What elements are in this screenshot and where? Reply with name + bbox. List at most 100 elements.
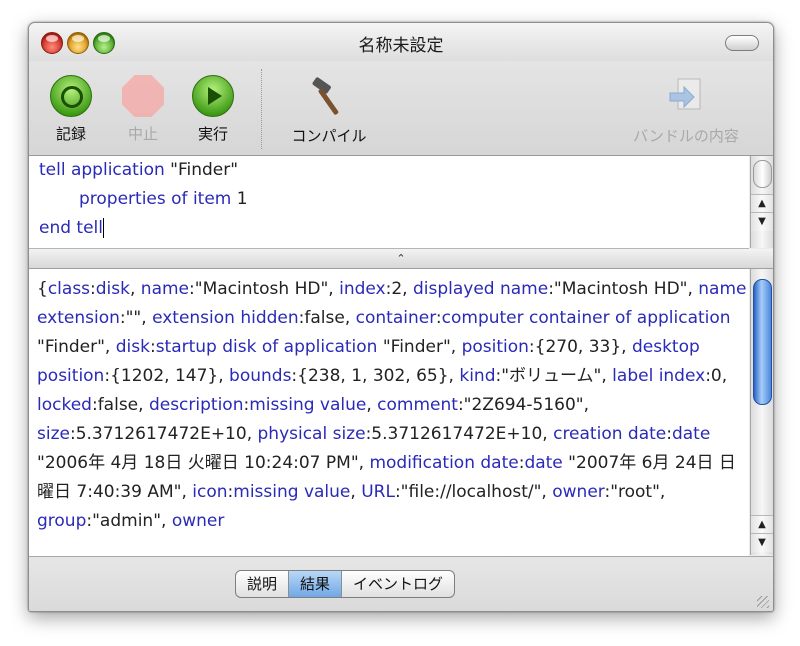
toolbar-toggle-button[interactable]	[725, 35, 759, 51]
result-keyword: position	[461, 337, 529, 357]
result-scroll-thumb[interactable]	[753, 279, 772, 405]
resize-grip-icon[interactable]	[757, 596, 769, 608]
result-pane[interactable]: {class:disk, name:"Macintosh HD", index:…	[29, 269, 749, 561]
result-value: :"admin",	[86, 511, 172, 531]
result-keyword: bounds	[229, 366, 292, 386]
stop-label: 中止	[127, 125, 158, 143]
tab-イベントログ[interactable]: イベントログ	[342, 571, 454, 597]
result-value: "Finder",	[37, 337, 116, 357]
result-keyword: extension hidden	[152, 308, 299, 328]
result-keyword: computer container of application	[441, 308, 731, 328]
record-label: 記録	[55, 125, 86, 143]
result-keyword: date	[524, 453, 563, 473]
result-keyword: container	[355, 308, 436, 328]
result-keyword: startup disk of application	[155, 337, 378, 357]
result-value: ,	[366, 395, 378, 415]
result-value: ,	[129, 279, 141, 299]
splitter-handle-icon: ⌃	[396, 252, 406, 265]
result-scrollbar[interactable]: ▲ ▼	[750, 269, 773, 555]
result-keyword: kind	[459, 366, 496, 386]
tab-結果[interactable]: 結果	[289, 571, 343, 597]
result-keyword: creation date	[553, 424, 667, 444]
result-value: :{238, 1, 302, 65},	[291, 366, 460, 386]
result-keyword: group	[37, 511, 87, 531]
title-bar: 名称未設定	[29, 23, 773, 61]
bundle-contents-icon	[669, 78, 701, 110]
result-keyword: index	[339, 279, 386, 299]
result-value: :{270, 33},	[528, 337, 632, 357]
hammer-icon	[312, 77, 339, 115]
result-value: :5.3712617472E+10,	[69, 424, 258, 444]
result-keyword: date	[671, 424, 711, 444]
result-value: :"2Z694-5160",	[457, 395, 590, 415]
result-keyword: description	[148, 395, 244, 415]
editor-scroll-thumb[interactable]	[753, 160, 772, 188]
run-button[interactable]: 実行	[189, 75, 237, 144]
result-keyword: owner	[171, 511, 225, 531]
scroll-up-arrow-icon[interactable]: ▲	[751, 194, 773, 213]
text-caret	[103, 218, 104, 238]
result-keyword: class	[47, 279, 91, 299]
compile-button[interactable]: コンパイル	[279, 75, 379, 146]
pane-splitter[interactable]: ⌃	[29, 249, 773, 269]
toolbar: 記録 中止 実行 コンパイル バンドルの内容	[29, 61, 773, 156]
script-keyword: properties of item	[79, 189, 232, 209]
result-keyword: name	[140, 279, 190, 299]
result-value: :false,	[91, 395, 149, 415]
result-value: :"Macintosh HD",	[548, 279, 699, 299]
result-value: :"Macintosh HD",	[189, 279, 340, 299]
result-value: :2,	[385, 279, 413, 299]
script-string: "Finder"	[164, 160, 239, 180]
result-value: :0,	[705, 366, 728, 386]
bottom-bar: 説明 結果 イベントログ	[29, 556, 773, 611]
result-keyword: disk	[115, 337, 150, 357]
scroll-up-arrow-icon[interactable]: ▲	[751, 515, 773, 534]
run-icon	[192, 75, 234, 117]
result-keyword: label index	[612, 366, 706, 386]
result-value: ,	[350, 482, 362, 502]
result-keyword: size	[37, 424, 70, 444]
result-keyword: icon	[192, 482, 228, 502]
view-segmented-control: 説明 結果 イベントログ	[235, 570, 456, 598]
result-value: {	[37, 279, 48, 299]
result-value: :{1202, 147},	[104, 366, 230, 386]
result-value: :false,	[298, 308, 356, 328]
compile-label: コンパイル	[291, 127, 367, 145]
result-value: :"root",	[604, 482, 666, 502]
result-keyword: missing value	[233, 482, 351, 502]
record-button[interactable]: 記録	[47, 75, 95, 144]
result-value: :5.3712617472E+10,	[365, 424, 554, 444]
result-keyword: owner	[552, 482, 605, 502]
script-number: 1	[231, 189, 248, 209]
result-value: "2006年 4月 18日 火曜日 10:24:07 PM",	[37, 453, 370, 473]
script-line: end tell	[29, 214, 749, 243]
result-value: :"ボリューム",	[495, 366, 613, 386]
result-keyword: comment	[377, 395, 458, 415]
script-keyword: tell application	[39, 160, 165, 180]
script-line: tell application "Finder"	[29, 156, 749, 185]
result-keyword: modification date	[369, 453, 519, 473]
script-editor[interactable]: tell application "Finder" properties of …	[29, 156, 749, 249]
record-icon	[50, 75, 92, 117]
bundle-contents-button[interactable]: バンドルの内容	[621, 75, 751, 146]
editor-scrollbar[interactable]: ▲ ▼	[750, 156, 773, 248]
run-label: 実行	[197, 125, 228, 143]
result-keyword: displayed name	[412, 279, 549, 299]
scroll-down-arrow-icon[interactable]: ▼	[751, 533, 773, 552]
script-keyword: end tell	[39, 218, 103, 238]
toolbar-separator	[261, 69, 262, 149]
result-keyword: physical size	[257, 424, 366, 444]
scroll-down-arrow-icon[interactable]: ▼	[751, 212, 773, 231]
stop-icon	[122, 75, 164, 117]
result-value: :"",	[119, 308, 153, 328]
window-title: 名称未設定	[358, 36, 444, 56]
script-editor-window: 名称未設定 記録 中止 実行 コンパイル バンドルの内容 tell applic…	[28, 22, 774, 612]
tab-説明[interactable]: 説明	[236, 571, 290, 597]
script-line: properties of item 1	[29, 185, 749, 214]
bundle-contents-label: バンドルの内容	[633, 127, 739, 145]
result-keyword: URL	[361, 482, 395, 502]
result-value: :"file://localhost/",	[394, 482, 553, 502]
result-keyword: disk	[95, 279, 130, 299]
result-keyword: locked	[37, 395, 92, 415]
stop-button[interactable]: 中止	[119, 75, 167, 144]
